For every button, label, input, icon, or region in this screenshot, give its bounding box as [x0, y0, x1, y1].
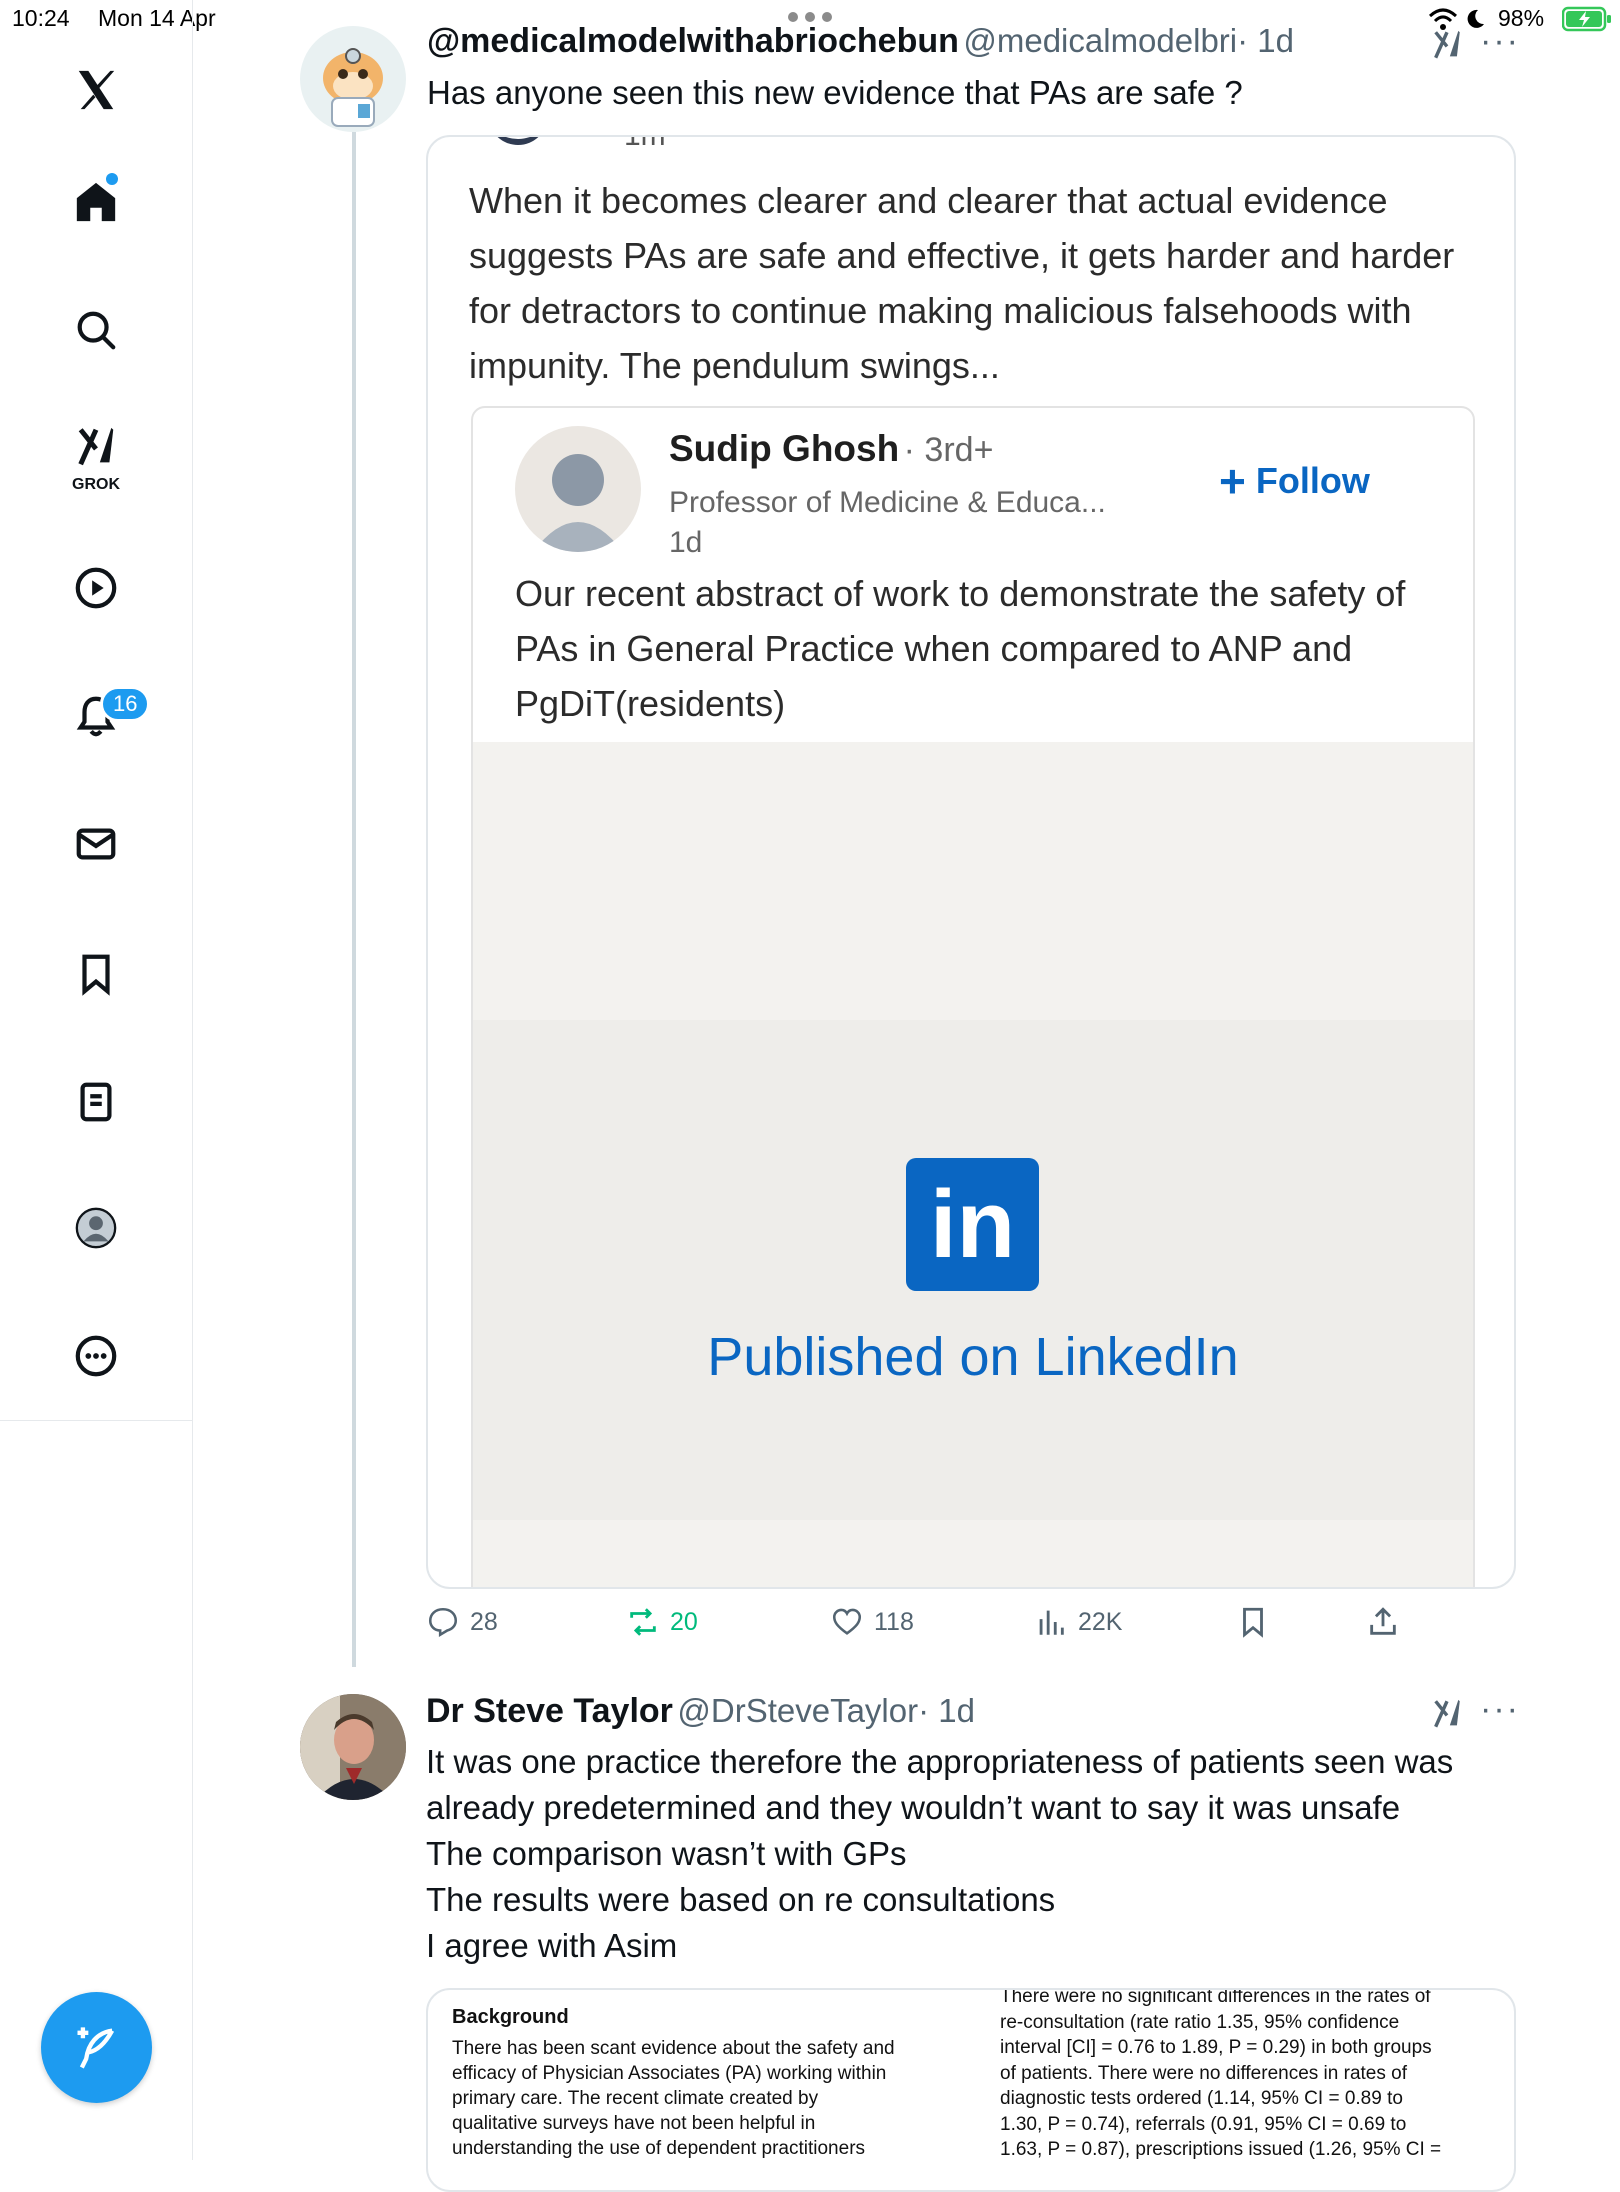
hamster-doctor-avatar-icon: [323, 48, 383, 127]
author-degree: · 3rd+: [903, 431, 994, 469]
x-logo-icon[interactable]: [70, 64, 122, 116]
abstract-right-line: interval [CI] = 0.76 to 1.89, P = 0.29) …: [1000, 2037, 1432, 2058]
tweet1-time: · 1d: [1237, 22, 1294, 59]
tweet1-image-card[interactable]: 1m When it becomes clearer and clearer t…: [426, 135, 1516, 1589]
like-count: 118: [874, 1607, 914, 1636]
abstract-left-line: There has been scant evidence about the …: [452, 2038, 895, 2059]
reply-count: 28: [470, 1607, 498, 1636]
abstract-right-column: There were no significant differences in…: [1000, 1988, 1442, 2163]
video-icon[interactable]: [70, 562, 122, 614]
share-button[interactable]: [1366, 1605, 1400, 1639]
default-person-icon: [533, 454, 623, 552]
follow-button[interactable]: + Follow: [1219, 455, 1370, 507]
truncated-time: 1m: [624, 135, 666, 152]
tweet1-display-name[interactable]: @medicalmodelwithabriochebun: [427, 22, 959, 60]
linkedin-post-text: When it becomes clearer and clearer that…: [469, 180, 1455, 386]
abstract-left-line: understanding the use of dependent pract…: [452, 2138, 866, 2159]
plus-icon: +: [1219, 455, 1246, 507]
views-count: 22K: [1078, 1607, 1123, 1636]
battery-icon: [1561, 6, 1612, 32]
views-button[interactable]: 22K: [1034, 1605, 1122, 1639]
views-icon: [1039, 1610, 1064, 1635]
like-button[interactable]: 118: [830, 1605, 914, 1639]
bookmark-icon: [1243, 1607, 1263, 1638]
tweet2-handle[interactable]: @DrSteveTaylor: [677, 1692, 918, 1729]
abstract-right-line: 1.63, P = 0.87), prescriptions issued (1…: [1000, 2139, 1442, 2160]
abstract-left-column: There has been scant evidence about the …: [452, 2036, 895, 2161]
repost-button[interactable]: 20: [626, 1605, 698, 1639]
tweet2-display-name[interactable]: Dr Steve Taylor: [426, 1692, 673, 1730]
abstract-right-line: There were no significant differences in…: [1000, 1988, 1431, 2007]
search-icon[interactable]: [70, 304, 122, 356]
abstract-right-line: re-consultation (rate ratio 1.35, 95% co…: [1000, 2011, 1400, 2033]
tweet2-more-icon[interactable]: ···: [1480, 1690, 1520, 1729]
tweet2-avatar[interactable]: [300, 1694, 406, 1800]
grok-explain-icon[interactable]: [1430, 28, 1464, 62]
published-on-linkedin: Published on LinkedIn: [707, 1327, 1239, 1387]
tweet2-line-1: It was one practice therefore the approp…: [426, 1743, 1454, 1780]
abstract-right-line: 1.30, P = 0.74), referrals (0.91, 95% CI…: [1000, 2113, 1407, 2135]
bookmark-icon[interactable]: [70, 948, 122, 1000]
column-divider: [192, 1420, 193, 2160]
tweet2-time: · 1d: [918, 1692, 975, 1729]
mail-icon[interactable]: [70, 818, 122, 870]
tweet2-line-4: The results were based on re consultatio…: [426, 1881, 1056, 1918]
tweet1-handle[interactable]: @medicalmodelbri: [963, 22, 1237, 59]
reply-button[interactable]: 28: [426, 1605, 498, 1639]
lists-icon[interactable]: [70, 1076, 122, 1128]
tweet1-more-icon[interactable]: ···: [1480, 22, 1520, 61]
reply-icon: [428, 1607, 458, 1638]
tweet2-line-2: already predetermined and they wouldn’t …: [426, 1789, 1401, 1826]
compose-button[interactable]: [41, 1992, 152, 2103]
repost-icon: [630, 1608, 656, 1636]
follow-label: Follow: [1255, 460, 1370, 501]
tweet2-line-5: I agree with Asim: [426, 1927, 678, 1964]
article-preview[interactable]: in Published on LinkedIn: [473, 742, 1473, 1587]
tweet1-header: @medicalmodelwithabriochebun @medicalmod…: [427, 22, 1294, 61]
tweet2-image-card[interactable]: Background There has been scant evidence…: [426, 1988, 1516, 2192]
author-title: Professor of Medicine & Educa...: [669, 486, 1106, 519]
author-avatar: [515, 426, 641, 552]
author-name: Sudip Ghosh: [669, 428, 900, 469]
bookmark-button[interactable]: [1236, 1605, 1270, 1639]
abstract-right-line: diagnostic tests ordered (1.14, 95% CI =…: [1000, 2088, 1403, 2109]
tweet2-header: Dr Steve Taylor @DrSteveTaylor· 1d: [426, 1692, 975, 1731]
person-photo-icon: [300, 1694, 406, 1800]
abstract-left-line: qualitative surveys have not been helpfu…: [452, 2113, 816, 2134]
abstract-left-line: primary care. The recent climate created…: [452, 2088, 819, 2109]
grok-icon[interactable]: [70, 424, 122, 470]
linkedin-logo-icon: in: [906, 1158, 1039, 1291]
tweet2-line-3: The comparison wasn’t with GPs: [426, 1835, 907, 1872]
abstract-left-line: efficacy of Physician Associates (PA) wo…: [452, 2063, 887, 2084]
tweet1-text: Has anyone seen this new evidence that P…: [427, 74, 1243, 111]
grok-label: GROK: [72, 476, 120, 493]
tweet1-avatar[interactable]: [300, 26, 406, 132]
more-icon[interactable]: [70, 1330, 122, 1382]
home-unread-dot: [106, 173, 118, 185]
abstract-right-line: of patients. There were no differences i…: [1000, 2062, 1407, 2084]
heart-icon: [832, 1608, 862, 1635]
abstract-heading: Background: [452, 2006, 569, 2028]
thread-connector: [352, 132, 356, 1667]
profile-icon[interactable]: [70, 1202, 122, 1254]
cropped-avatar-edge: [488, 137, 548, 145]
share-icon: [1370, 1607, 1396, 1635]
tweet2-grok-icon[interactable]: [1430, 1697, 1464, 1731]
sidebar-divider: [0, 1420, 192, 1421]
shared-post-text: Our recent abstract of work to demonstra…: [515, 573, 1406, 724]
repost-count: 20: [670, 1607, 698, 1636]
notification-badge: 16: [100, 686, 151, 722]
compose-icon: [77, 2026, 114, 2068]
shared-post-card: Sudip Ghosh · 3rd+ Professor of Medicine…: [471, 406, 1475, 1587]
author-time: 1d: [669, 526, 703, 559]
